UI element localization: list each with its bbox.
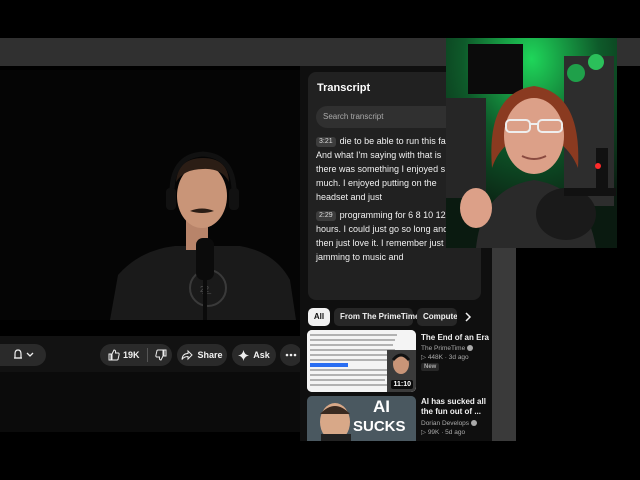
segment-timestamp[interactable]: 2:29 xyxy=(316,211,336,221)
notifications-button[interactable] xyxy=(0,344,46,366)
share-label: Share xyxy=(197,350,223,360)
video-thumbnail[interactable]: AI SUCKS xyxy=(307,396,416,441)
share-icon xyxy=(181,349,194,361)
segment-line: programming for 6 8 10 12 xyxy=(339,210,446,220)
more-actions-button[interactable] xyxy=(280,344,302,366)
video-stats: ▷ 99K · 5d ago xyxy=(421,429,466,436)
dislike-button[interactable] xyxy=(148,349,167,361)
description-area xyxy=(0,372,300,432)
side-scroll-gutter xyxy=(492,246,516,441)
recommended-video-title[interactable]: The End of an Era xyxy=(421,333,491,343)
segment-line: die to be able to run this fa xyxy=(339,136,446,146)
video-thumbnail[interactable]: 11:10 xyxy=(307,330,416,392)
channel-name[interactable]: The PrimeTime xyxy=(421,344,473,353)
thumbs-down-icon xyxy=(154,349,167,361)
chip-computer[interactable]: Compute xyxy=(417,308,457,326)
chevron-right-icon xyxy=(465,312,472,322)
video-action-bar: 19K Share Ask xyxy=(0,336,302,372)
transcript-title: Transcript xyxy=(317,82,371,94)
video-player[interactable]: 2̲2̲ xyxy=(0,70,300,320)
bell-icon xyxy=(14,349,34,359)
chip-all[interactable]: All xyxy=(308,308,330,326)
chip-from-the-primetime[interactable]: From The PrimeTime xyxy=(334,308,419,326)
like-button[interactable]: 19K xyxy=(100,349,140,361)
thumbnail-text: AI xyxy=(373,397,390,416)
recommended-video-title[interactable]: AI has sucked all the fun out of ... xyxy=(421,397,491,417)
thumbs-up-icon xyxy=(108,349,120,361)
thumbnail-text: SUCKS xyxy=(353,418,406,435)
video-duration: 11:10 xyxy=(391,380,413,389)
new-badge: New xyxy=(421,363,440,371)
ask-button[interactable]: Ask xyxy=(232,344,276,366)
webcam-overlay xyxy=(446,38,617,248)
verified-icon xyxy=(467,345,473,351)
like-count: 19K xyxy=(123,350,140,360)
verified-icon xyxy=(470,420,477,426)
video-frame-streamer: 2̲2̲ xyxy=(0,70,300,320)
video-stats: ▷ 448K · 3d ago xyxy=(421,354,469,361)
webcam-frame-host xyxy=(446,38,617,248)
channel-name[interactable]: Dorian Develops xyxy=(421,419,477,428)
like-dislike-group: 19K xyxy=(100,344,172,366)
sparkle-icon xyxy=(238,349,250,361)
chips-next-button[interactable] xyxy=(459,308,477,326)
ask-label: Ask xyxy=(253,350,270,360)
segment-line: jamming to music and xyxy=(316,252,404,262)
share-button[interactable]: Share xyxy=(177,344,227,366)
segment-timestamp[interactable]: 3:21 xyxy=(316,137,336,147)
more-horizontal-icon xyxy=(285,353,297,357)
